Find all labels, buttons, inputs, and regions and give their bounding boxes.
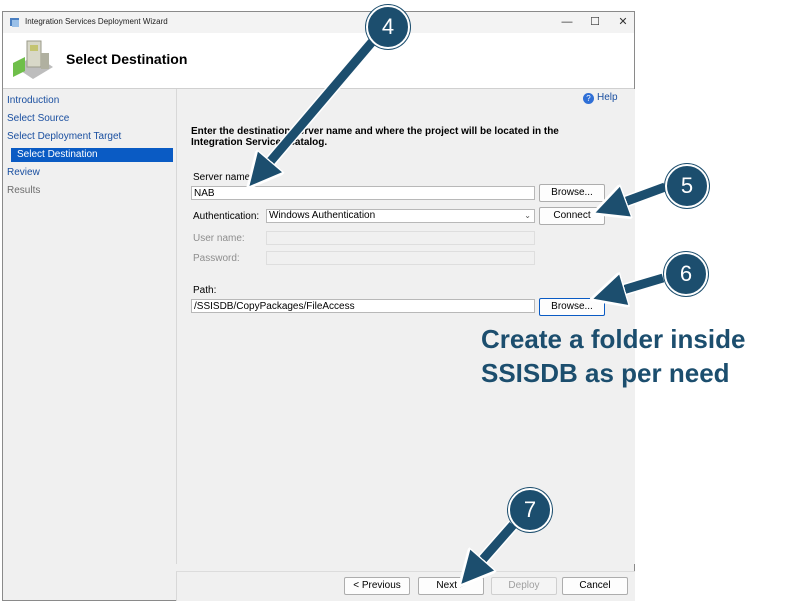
path-label: Path: [193, 285, 217, 296]
window-title: Integration Services Deployment Wizard [25, 17, 168, 26]
annotation-note: Create a folder inside SSISDB as per nee… [481, 322, 781, 390]
callout-6: 6 [664, 252, 708, 296]
callout-4: 4 [366, 5, 410, 49]
wizard-header: Select Destination [3, 33, 634, 89]
user-name-input [266, 231, 535, 245]
help-icon: ? [583, 93, 594, 104]
previous-button[interactable]: < Previous [344, 577, 410, 595]
connect-button[interactable]: Connect [539, 207, 605, 225]
cancel-button[interactable]: Cancel [562, 577, 628, 595]
callout-7: 7 [508, 488, 552, 532]
nav-item-introduction[interactable]: Introduction [7, 94, 59, 108]
instructions-text: Enter the destination server name and wh… [191, 126, 559, 148]
maximize-button[interactable]: ☐ [582, 14, 608, 31]
deployment-wizard-icon [13, 40, 53, 79]
password-input [266, 251, 535, 265]
help-label: Help [597, 92, 618, 103]
server-name-label: Server name: [193, 172, 254, 183]
help-link[interactable]: ? Help [583, 92, 618, 104]
deploy-button: Deploy [491, 577, 557, 595]
wizard-footer: < Previous Next > Deploy Cancel [176, 571, 635, 601]
authentication-value: Windows Authentication [269, 210, 376, 221]
close-button[interactable]: ✕ [610, 14, 636, 31]
user-name-label: User name: [193, 233, 245, 244]
password-label: Password: [193, 253, 240, 264]
path-browse-button[interactable]: Browse... [539, 298, 605, 316]
path-input[interactable] [191, 299, 535, 313]
wizard-nav: Introduction Select Source Select Deploy… [3, 89, 175, 600]
annotation-note-line2: SSISDB as per need [481, 358, 730, 388]
authentication-select[interactable]: Windows Authentication ⌄ [266, 209, 535, 223]
nav-item-select-deployment-target[interactable]: Select Deployment Target [7, 130, 121, 144]
page-title: Select Destination [66, 51, 188, 67]
annotation-note-line1: Create a folder inside [481, 324, 746, 354]
callout-5: 5 [665, 164, 709, 208]
nav-item-select-source[interactable]: Select Source [7, 112, 69, 126]
minimize-button[interactable]: — [554, 14, 580, 31]
server-name-input[interactable] [191, 186, 535, 200]
nav-item-review[interactable]: Review [7, 166, 40, 180]
server-browse-button[interactable]: Browse... [539, 184, 605, 202]
title-bar: Integration Services Deployment Wizard —… [3, 12, 634, 33]
chevron-down-icon: ⌄ [524, 211, 531, 220]
nav-item-results: Results [7, 185, 41, 196]
next-button[interactable]: Next > [418, 577, 484, 595]
nav-item-select-destination[interactable]: Select Destination [11, 148, 173, 162]
authentication-label: Authentication: [193, 211, 260, 222]
app-icon [10, 18, 19, 27]
